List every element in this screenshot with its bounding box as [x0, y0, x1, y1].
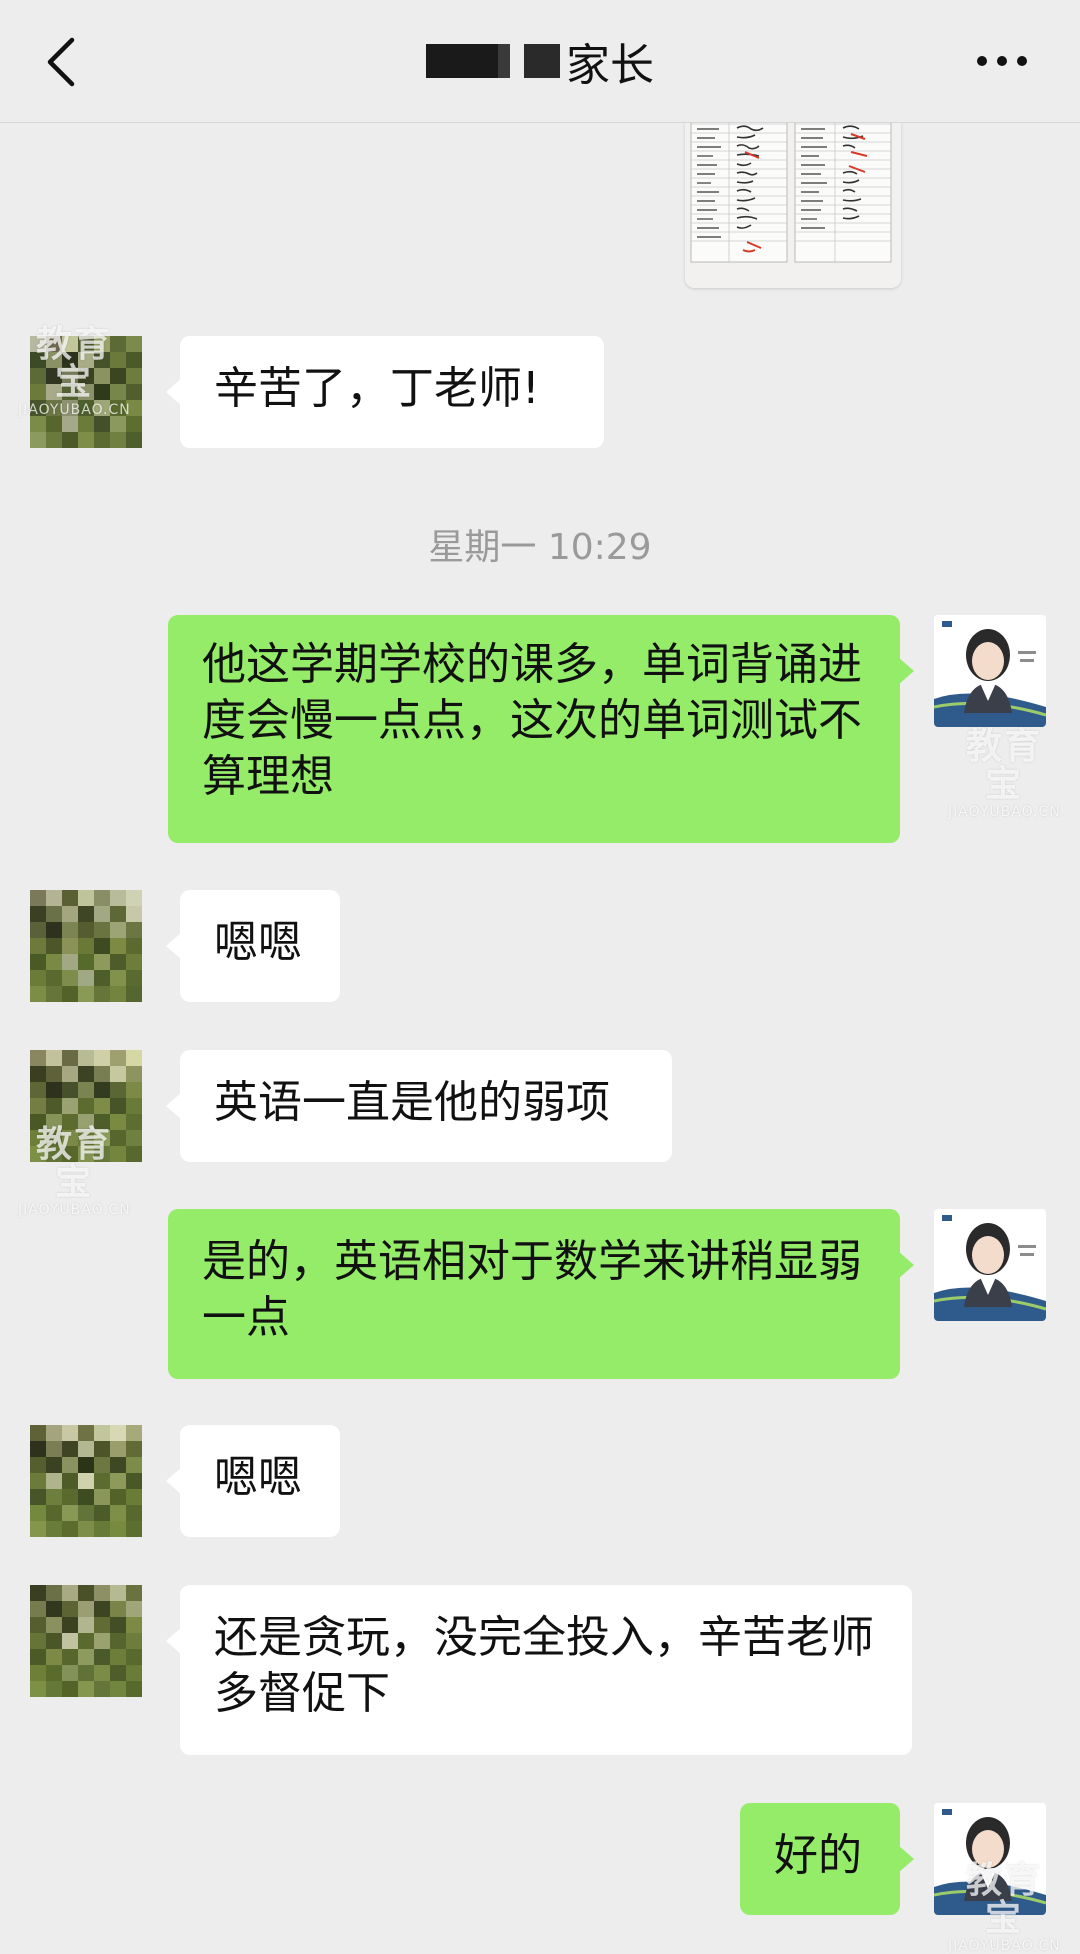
contact-avatar[interactable] — [30, 890, 142, 1002]
message-bubble-incoming[interactable]: 英语一直是他的弱项 — [166, 1050, 672, 1162]
more-horizontal-icon[interactable] — [974, 50, 1030, 72]
message-text: 是的，英语相对于数学来讲稍显弱一点 — [202, 1236, 862, 1343]
redacted-name — [524, 44, 560, 78]
message-bubble-outgoing[interactable]: 好的 — [740, 1803, 914, 1915]
chat-area: 辛苦了，丁老师! 星期一 10:29 他这学期学校的课多，单词背诵进度会慢一点点… — [0, 0, 1080, 1954]
message-text: 还是贪玩，没完全投入，辛苦老师多督促下 — [214, 1612, 874, 1719]
page-title: 家长 — [566, 40, 654, 91]
watermark: 教育宝 JIAOYUBAO.CN — [18, 324, 131, 419]
watermark: 教育宝 JIAOYUBAO.CN — [18, 1124, 131, 1219]
message-bubble-incoming[interactable]: 嗯嗯 — [166, 1425, 340, 1537]
redacted-name — [426, 44, 498, 78]
message-text: 他这学期学校的课多，单词背诵进度会慢一点点，这次的单词测试不算理想 — [202, 639, 862, 802]
message-text: 英语一直是他的弱项 — [214, 1077, 610, 1128]
message-text: 嗯嗯 — [214, 1452, 302, 1503]
message-timestamp: 星期一 10:29 — [428, 527, 652, 568]
message-text: 嗯嗯 — [214, 917, 302, 968]
watermark: 教育宝 JIAOYUBAO.CN — [948, 1860, 1061, 1954]
chat-title: 家长 — [0, 30, 1080, 92]
my-avatar[interactable] — [934, 615, 1046, 727]
redacted-name — [498, 44, 510, 78]
my-avatar[interactable] — [934, 1209, 1046, 1321]
message-text: 辛苦了，丁老师! — [214, 363, 540, 414]
chat-header: 家长 — [0, 0, 1080, 123]
image-message[interactable] — [685, 122, 901, 288]
contact-avatar[interactable] — [30, 1425, 142, 1537]
message-bubble-outgoing[interactable]: 他这学期学校的课多，单词背诵进度会慢一点点，这次的单词测试不算理想 — [168, 615, 914, 843]
message-bubble-incoming[interactable]: 还是贪玩，没完全投入，辛苦老师多督促下 — [166, 1585, 912, 1755]
message-bubble-outgoing[interactable]: 是的，英语相对于数学来讲稍显弱一点 — [168, 1209, 914, 1379]
contact-avatar[interactable] — [30, 1585, 142, 1697]
message-bubble-incoming[interactable]: 嗯嗯 — [166, 890, 340, 1002]
watermark: 教育宝 JIAOYUBAO.CN — [948, 726, 1061, 821]
message-bubble-incoming[interactable]: 辛苦了，丁老师! — [166, 336, 604, 448]
message-text: 好的 — [774, 1830, 862, 1881]
